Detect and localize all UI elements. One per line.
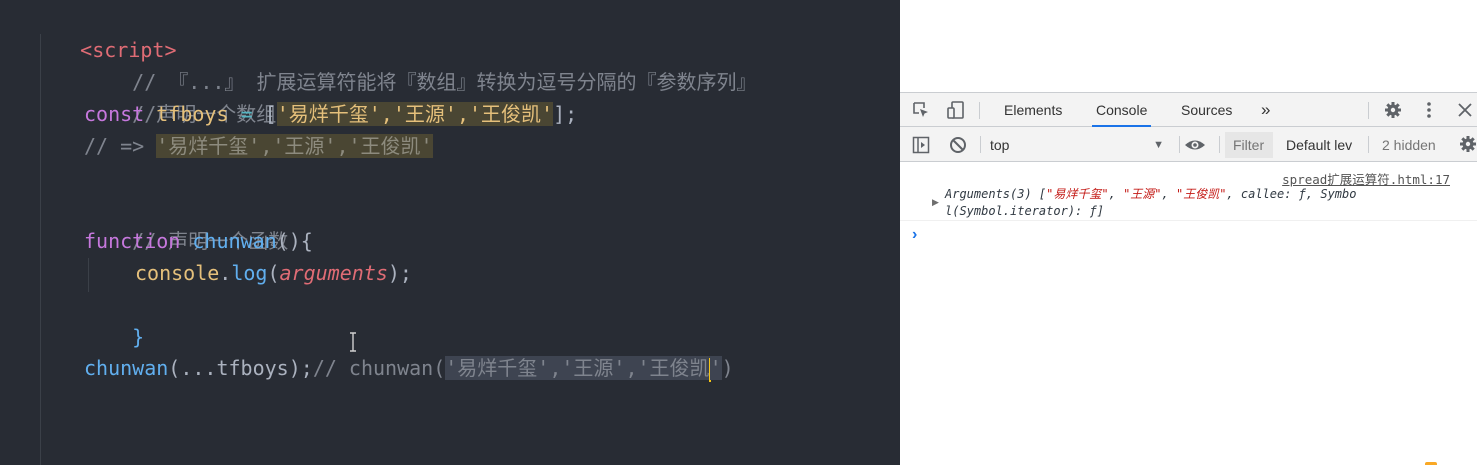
console-toolbar: top ▼ Filter Default lev 2 hidden — [900, 127, 1477, 162]
string: '王源' — [392, 102, 457, 126]
filter-input[interactable]: Filter — [1225, 132, 1273, 158]
selected-text: '易烊千玺','王源','王俊凯 — [445, 356, 710, 380]
divider — [1219, 136, 1220, 153]
divider — [979, 102, 980, 119]
ibeam-cursor-icon — [350, 332, 356, 352]
indent-guide — [40, 34, 41, 465]
function-name: chunwan — [192, 229, 277, 253]
comment: ) — [721, 356, 734, 380]
divider — [1368, 136, 1369, 153]
inspect-element-icon[interactable] — [912, 101, 930, 119]
paren: ); — [288, 356, 313, 380]
code-line-5: // => '易烊千玺','王源','王俊凯' — [84, 130, 433, 162]
divider — [1179, 136, 1180, 153]
operator: = — [240, 102, 253, 126]
code-line-4: const tfboys = ['易烊千玺','王源','王俊凯']; — [84, 98, 577, 130]
keyword: function — [84, 229, 181, 253]
log-string: "王源" — [1123, 187, 1162, 201]
sidebar-toggle-icon[interactable] — [912, 136, 930, 154]
dropdown-arrow-icon: ▼ — [1153, 139, 1164, 151]
code-line-2: // 『...』 扩展运算符能将『数组』转换为逗号分隔的『参数序列』 — [84, 34, 756, 94]
paren: ( — [168, 356, 181, 380]
code-line-9: console.log(arguments); — [135, 257, 412, 289]
bracket: ]; — [553, 102, 578, 126]
arguments-prefix: Arguments(3) [ — [945, 187, 1047, 201]
bracket: [ — [264, 102, 277, 126]
settings-gear-icon[interactable] — [1384, 101, 1402, 119]
brace: } — [132, 325, 145, 349]
tab-sources[interactable]: Sources — [1177, 93, 1236, 127]
keyword: const — [84, 102, 145, 126]
code-line-8: function chunwan(){ — [84, 225, 313, 257]
console-prompt[interactable]: › — [912, 226, 917, 244]
log-string: "王俊凯" — [1175, 187, 1227, 201]
hidden-count: 2 hidden — [1382, 137, 1436, 153]
log-string: "易烊千玺" — [1046, 187, 1109, 201]
devtools-tabbar: Elements Console Sources » — [900, 92, 1477, 127]
method-name: log — [231, 261, 268, 285]
code-line-10: } — [84, 289, 144, 349]
console-message: spread扩展运算符.html:17 ▶ Arguments(3) ["易烊千… — [900, 163, 1477, 221]
paren: ); — [387, 261, 412, 285]
console-settings-gear-icon[interactable] — [1459, 135, 1477, 153]
code-line-1: <script> — [32, 2, 176, 62]
dot: . — [219, 261, 232, 285]
tab-console[interactable]: Console — [1092, 93, 1152, 127]
arguments-rest: l(Symbol.iterator): ƒ] — [945, 204, 1104, 218]
arguments-keyword: arguments — [279, 261, 388, 285]
clear-console-icon[interactable] — [949, 136, 967, 154]
divider — [980, 136, 981, 153]
spread-arg: ...tfboys — [180, 356, 289, 380]
divider — [1368, 102, 1369, 119]
expand-triangle-icon[interactable]: ▶ — [932, 197, 939, 208]
comment: // chunwan( — [312, 356, 446, 380]
arguments-rest: , callee: ƒ, Symbo — [1226, 187, 1357, 201]
function-call: chunwan — [84, 356, 169, 380]
context-value: top — [990, 137, 1010, 153]
comma: , — [456, 102, 469, 126]
log-output[interactable]: Arguments(3) ["易烊千玺", "王源", "王俊凯", calle… — [945, 186, 1455, 220]
close-icon[interactable] — [1457, 102, 1473, 118]
comma: , — [380, 102, 393, 126]
comment: // => — [84, 134, 157, 158]
context-select[interactable]: top ▼ — [990, 135, 1170, 155]
kebab-menu-icon[interactable] — [1425, 101, 1433, 119]
string: '易烊千玺' — [276, 102, 381, 126]
more-tabs-button[interactable]: » — [1257, 93, 1274, 127]
selected-text: ' — [709, 356, 722, 380]
separator: , — [1108, 187, 1124, 201]
devtools-panel: Elements Console Sources » top ▼ Filter … — [900, 0, 1477, 465]
comment-highlight: '易烊千玺','王源','王俊凯' — [156, 134, 433, 158]
variable-name: tfboys — [156, 102, 229, 126]
code-editor[interactable]: <script> // 『...』 扩展运算符能将『数组』转换为逗号分隔的『参数… — [0, 0, 900, 465]
separator: , — [1161, 187, 1176, 201]
tab-elements[interactable]: Elements — [1000, 93, 1066, 127]
code-line-12: chunwan(...tfboys);// chunwan('易烊千玺','王源… — [84, 352, 734, 384]
device-toolbar-icon[interactable] — [946, 100, 966, 120]
live-expression-eye-icon[interactable] — [1184, 136, 1206, 154]
console-object: console — [135, 261, 220, 285]
log-levels-dropdown[interactable]: Default lev — [1286, 135, 1352, 155]
string: '王俊凯' — [468, 102, 554, 126]
paren: (){ — [276, 229, 313, 253]
code-line-3: //声明一个数组 ... — [84, 66, 324, 126]
code-line-7: // 声明一个函数 — [84, 193, 288, 253]
paren: ( — [267, 261, 280, 285]
